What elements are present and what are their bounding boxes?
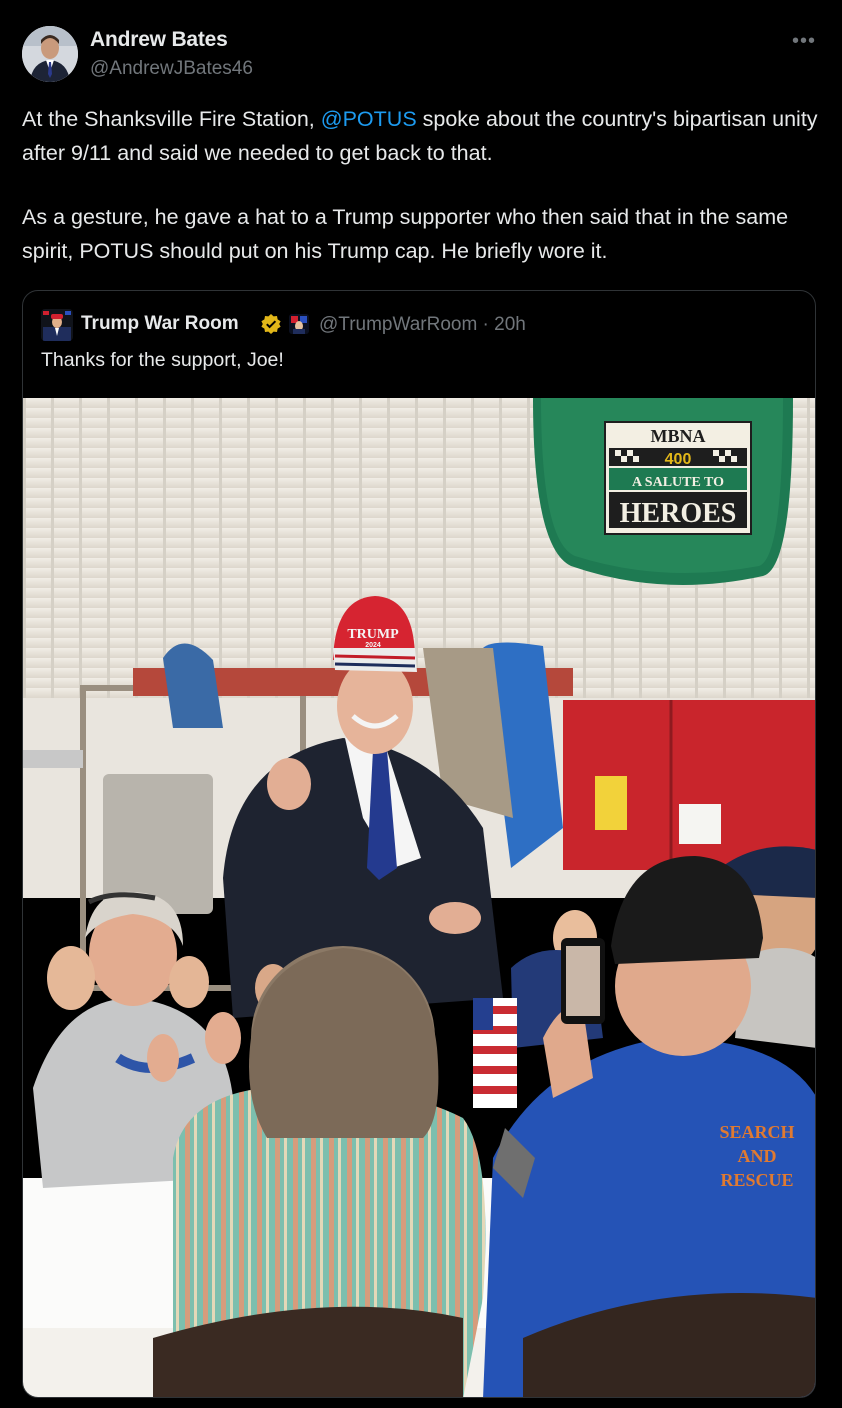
author-handle[interactable]: @AndrewJBates46 (90, 58, 253, 80)
author-name[interactable]: Andrew Bates (90, 28, 228, 52)
quoted-text: Thanks for the support, Joe! (41, 349, 284, 371)
tweet-text-part: At the Shanksville Fire Station, (22, 107, 321, 131)
quoted-tweet[interactable]: Trump War Room @TrumpWarRoom · 20h Thank… (22, 290, 816, 1398)
quoted-author-avatar[interactable] (41, 309, 73, 341)
tweet-paragraph-1: At the Shanksville Fire Station, @POTUS … (22, 102, 822, 170)
banner-text-1: MBNA (651, 426, 706, 446)
quoted-avatar-image (41, 309, 73, 341)
banner-text-4: HEROES (620, 498, 737, 529)
quoted-handle-time[interactable]: @TrumpWarRoom · 20h (319, 314, 526, 336)
author-avatar[interactable] (22, 26, 78, 82)
verified-badge-icon (260, 313, 282, 335)
cap-text: TRUMP (347, 627, 399, 642)
event-photo[interactable]: MBNA 400 A SALUTE TO HEROES TRUMP 2024 S… (23, 398, 816, 1398)
avatar-image (22, 26, 78, 82)
mention-link[interactable]: @POTUS (321, 107, 417, 131)
tweet: Andrew Bates @AndrewJBates46 ••• At the … (0, 0, 842, 1408)
tweet-text: At the Shanksville Fire Station, @POTUS … (22, 102, 822, 268)
standing-man-face (337, 658, 413, 754)
shirt-text-1: SEARCH (719, 1122, 794, 1142)
shirt-text-3: RESCUE (720, 1170, 793, 1190)
banner-text-2: 400 (665, 451, 692, 468)
shirt-text-2: AND (738, 1146, 777, 1166)
cap-year-text: 2024 (365, 642, 381, 649)
quoted-author-name[interactable]: Trump War Room (81, 313, 239, 335)
affiliate-badge-icon[interactable] (289, 314, 309, 334)
more-options-icon[interactable]: ••• (792, 30, 816, 53)
banner-text-3: A SALUTE TO (632, 475, 724, 490)
tweet-paragraph-2: As a gesture, he gave a hat to a Trump s… (22, 205, 789, 263)
